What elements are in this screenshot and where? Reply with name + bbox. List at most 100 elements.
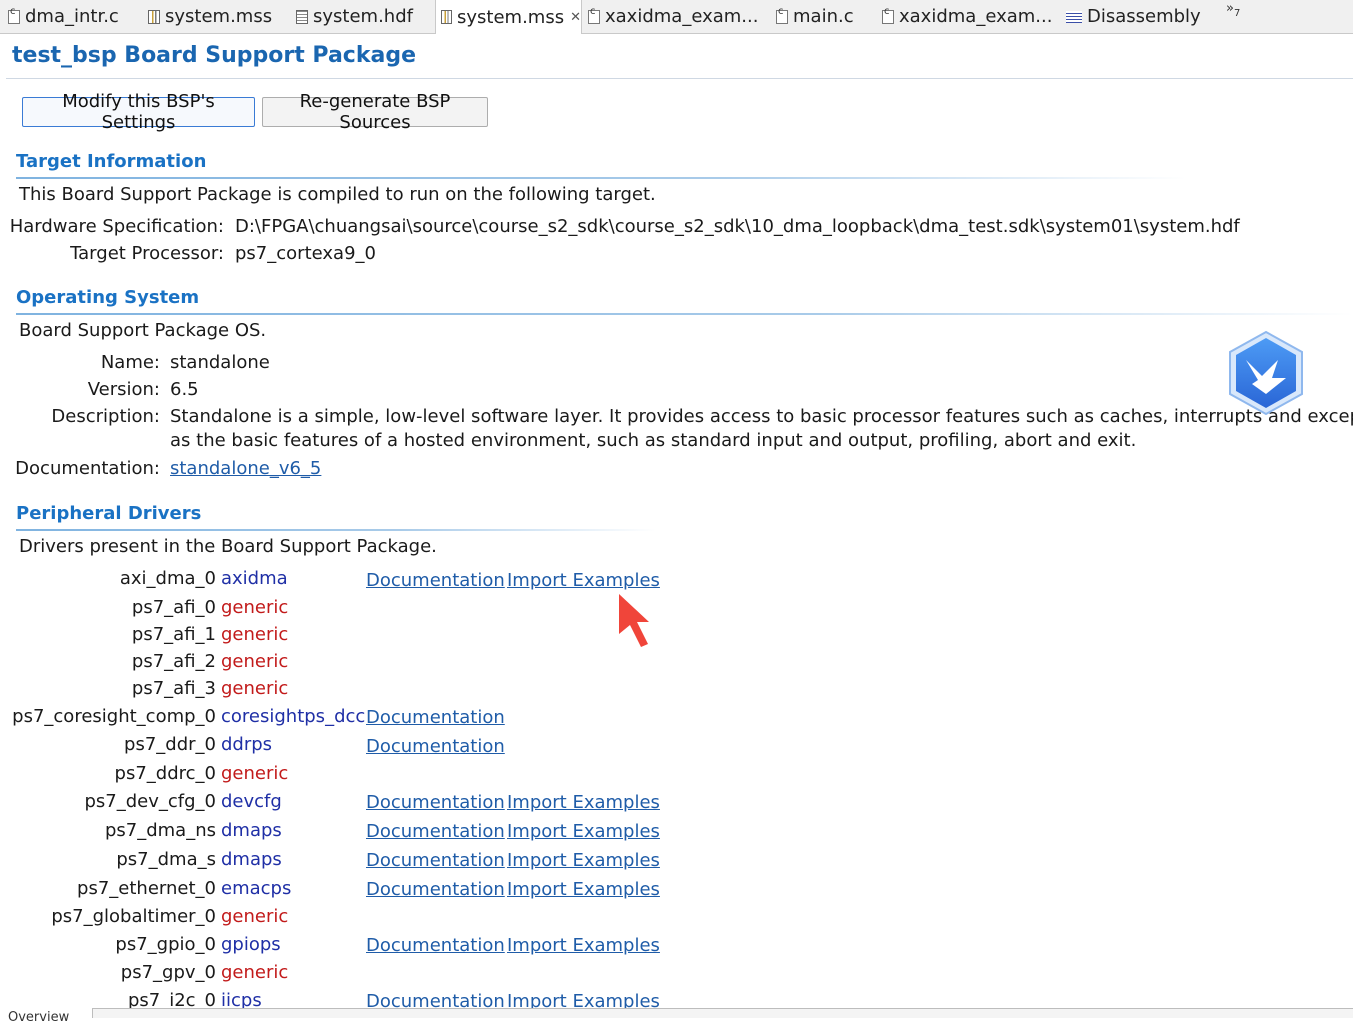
tab-xaxidma-example-2[interactable]: xaxidma_exam... [882,0,1052,33]
target-information-heading: Target Information [16,151,207,172]
os-intro-text: Board Support Package OS. [19,320,267,341]
cursor-arrow-icon [619,594,649,647]
hdf-file-icon [296,9,308,24]
driver-documentation-link[interactable]: Documentation [366,935,505,956]
driver-import-examples-link[interactable]: Import Examples [507,570,660,591]
tab-xaxidma-example-1[interactable]: xaxidma_exam... [588,0,758,33]
tab-system-mss-active[interactable]: system.mss ✕ [435,0,582,34]
driver-name: coresightps_dcc [221,706,366,727]
tab-label: dma_intr.c [25,6,119,27]
driver-name: generic [221,962,289,983]
editor-tab-bar: dma_intr.c system.mss system.hdf system.… [0,0,1353,34]
driver-instance: ps7_globaltimer_0 [51,906,216,927]
driver-instance: ps7_gpio_0 [115,934,216,955]
hardware-spec-label: Hardware Specification: [9,216,224,237]
chevron-double-right-icon: » [1226,1,1234,16]
driver-instance: ps7_dma_ns [104,820,216,841]
tab-label: system.hdf [313,6,413,27]
os-description-line-2: as the basic features of a hosted enviro… [170,430,1137,451]
close-icon[interactable]: ✕ [570,10,581,25]
driver-instance: ps7_gpv_0 [120,962,216,983]
tab-label: Disassembly [1087,6,1201,27]
driver-import-examples-link[interactable]: Import Examples [507,850,660,871]
os-name-value: standalone [170,352,270,373]
driver-instance: ps7_dev_cfg_0 [84,791,216,812]
drivers-intro-text: Drivers present in the Board Support Pac… [19,536,437,557]
driver-import-examples-link[interactable]: Import Examples [507,792,660,813]
c-file-icon [588,6,600,24]
tab-label: xaxidma_exam... [899,6,1053,27]
modify-bsp-settings-button[interactable]: Modify this BSP's Settings [22,91,255,133]
driver-documentation-link[interactable]: Documentation [366,850,505,871]
tab-system-mss-1[interactable]: system.mss [148,0,272,33]
driver-documentation-link[interactable]: Documentation [366,736,505,757]
driver-documentation-link[interactable]: Documentation [366,792,505,813]
target-intro-text: This Board Support Package is compiled t… [19,184,656,205]
target-processor-value: ps7_cortexa9_0 [235,243,376,264]
driver-name: dmaps [221,820,282,841]
driver-instance: ps7_afi_2 [131,651,216,672]
driver-instance: ps7_ethernet_0 [77,878,216,899]
driver-import-examples-link[interactable]: Import Examples [507,821,660,842]
driver-name: generic [221,624,289,645]
driver-instance: ps7_ddr_0 [124,734,216,755]
bird-logo-icon [1229,330,1303,416]
driver-name: generic [221,651,289,672]
tab-dma-intr-c[interactable]: dma_intr.c [8,0,119,33]
mss-file-icon [441,10,452,24]
driver-instance: ps7_afi_1 [131,624,216,645]
driver-name: gpiops [221,934,281,955]
tab-overflow-button[interactable]: » 7 [1226,0,1240,25]
driver-documentation-link[interactable]: Documentation [366,570,505,591]
tab-label: xaxidma_exam... [605,6,759,27]
driver-name: generic [221,678,289,699]
c-file-icon [882,6,894,24]
os-description-label: Description: [51,406,160,427]
tab-system-hdf[interactable]: system.hdf [296,0,413,33]
tab-disassembly[interactable]: Disassembly [1066,0,1201,33]
driver-instance: axi_dma_0 [119,568,216,589]
tab-label: main.c [793,6,854,27]
driver-name: devcfg [221,791,282,812]
operating-system-heading: Operating System [16,287,200,308]
section-divider [16,313,1353,315]
driver-instance: ps7_dma_s [116,849,216,870]
driver-instance: ps7_coresight_comp_0 [12,706,216,727]
hardware-spec-value: D:\FPGA\chuangsai\source\course_s2_sdk\c… [235,216,1240,237]
driver-name: generic [221,597,289,618]
tab-label: system.mss [165,6,273,27]
peripheral-drivers-heading: Peripheral Drivers [16,503,202,524]
regenerate-bsp-sources-button[interactable]: Re-generate BSP Sources [262,91,488,133]
driver-import-examples-link[interactable]: Import Examples [507,935,660,956]
driver-name: generic [221,763,289,784]
page-title: test_bsp Board Support Package [12,43,416,68]
driver-instance: ps7_afi_3 [131,678,216,699]
driver-name: ddrps [221,734,273,755]
os-documentation-link[interactable]: standalone_v6_5 [170,458,321,479]
title-divider [6,78,1353,79]
driver-name: emacps [221,878,292,899]
driver-instance: ps7_ddrc_0 [114,763,216,784]
os-name-label: Name: [100,352,160,373]
driver-name: generic [221,906,289,927]
c-file-icon [8,6,20,24]
driver-documentation-link[interactable]: Documentation [366,879,505,900]
section-divider [16,177,1186,179]
driver-name: dmaps [221,849,282,870]
section-divider [16,529,656,531]
os-version-label: Version: [87,379,160,400]
driver-instance: ps7_afi_0 [131,597,216,618]
tab-overflow-count: 7 [1233,8,1241,19]
bottom-tab-label[interactable]: Overview [8,1010,69,1025]
c-file-icon [776,6,788,24]
tab-main-c[interactable]: main.c [776,0,854,33]
driver-documentation-link[interactable]: Documentation [366,821,505,842]
driver-name: axidma [221,568,288,589]
disassembly-icon [1066,10,1082,23]
os-documentation-label: Documentation: [15,458,160,479]
tab-label: system.mss [457,6,565,28]
os-version-value: 6.5 [170,379,199,400]
os-description-line-1: Standalone is a simple, low-level softwa… [170,406,1353,427]
driver-documentation-link[interactable]: Documentation [366,707,505,728]
driver-import-examples-link[interactable]: Import Examples [507,879,660,900]
